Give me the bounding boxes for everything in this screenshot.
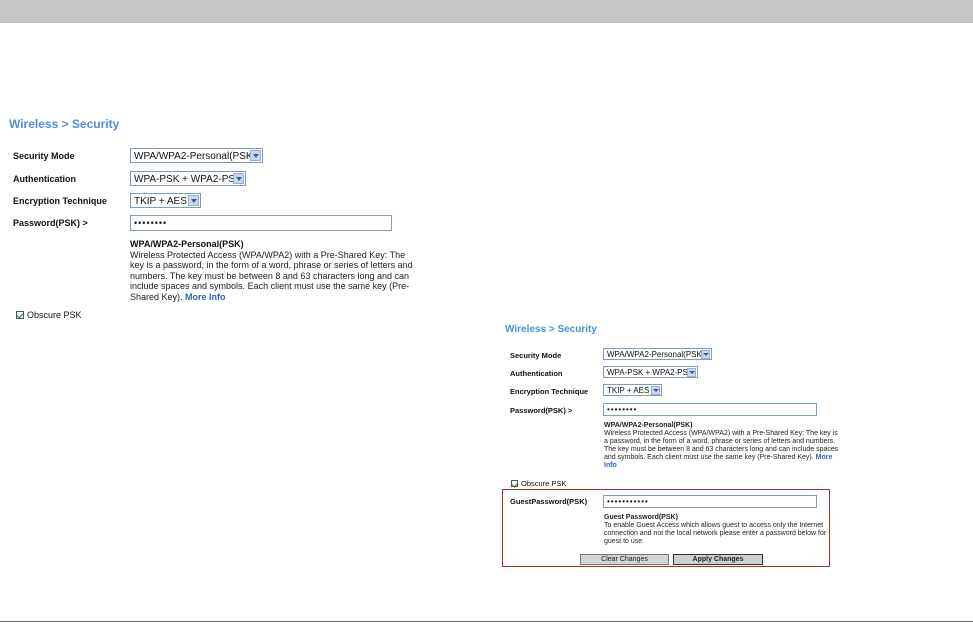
- authentication-label: Authentication: [510, 369, 563, 378]
- authentication-label: Authentication: [13, 174, 76, 184]
- obscure-psk-label: Obscure PSK: [27, 310, 82, 320]
- description-body: Wireless Protected Access (WPA/WPA2) wit…: [604, 430, 839, 462]
- guest-password-label: GuestPassword(PSK): [510, 497, 588, 506]
- description-title: WPA/WPA2-Personal(PSK): [130, 239, 244, 249]
- guest-password-input[interactable]: •••••••••••: [603, 495, 817, 508]
- authentication-value: WPA-PSK + WPA2-PSK: [607, 368, 694, 377]
- obscure-psk-checkbox[interactable]: [16, 311, 24, 319]
- encryption-label: Encryption Technique: [13, 196, 107, 206]
- breadcrumb: Wireless > Security: [9, 117, 120, 131]
- encryption-label: Encryption Technique: [510, 387, 589, 396]
- authentication-value: WPA-PSK + WPA2-PSK: [134, 174, 242, 185]
- security-description: WPA/WPA2-Personal(PSK) Wireless Protecte…: [130, 239, 420, 303]
- encryption-value: TKIP + AES: [607, 386, 650, 395]
- chevron-down-icon[interactable]: [701, 350, 710, 359]
- security-mode-label: Security Mode: [510, 351, 562, 360]
- authentication-select[interactable]: WPA-PSK + WPA2-PSK: [130, 171, 246, 186]
- encryption-select[interactable]: TKIP + AES: [130, 193, 201, 208]
- obscure-psk-checkbox[interactable]: [511, 480, 518, 487]
- obscure-psk-label: Obscure PSK: [521, 479, 567, 488]
- authentication-select[interactable]: WPA-PSK + WPA2-PSK: [603, 366, 698, 378]
- password-label: Password(PSK) >: [510, 406, 573, 415]
- bottom-divider: [0, 621, 973, 622]
- password-label: Password(PSK) >: [13, 218, 88, 228]
- chevron-down-icon[interactable]: [250, 150, 261, 161]
- encryption-select[interactable]: TKIP + AES: [603, 384, 662, 396]
- description-title: WPA/WPA2-Personal(PSK): [604, 422, 693, 429]
- security-mode-value: WPA/WPA2-Personal(PSK): [134, 151, 256, 162]
- top-bar: [0, 0, 973, 23]
- clear-changes-button[interactable]: Clear Changes: [580, 554, 669, 565]
- chevron-down-icon[interactable]: [233, 173, 244, 184]
- description-body: Wireless Protected Access (WPA/WPA2) wit…: [130, 249, 413, 302]
- more-info-link[interactable]: More Info: [185, 292, 226, 302]
- breadcrumb: Wireless > Security: [505, 324, 597, 335]
- apply-changes-button[interactable]: Apply Changes: [673, 554, 763, 565]
- guest-description: Guest Password(PSK) To enable Guest Acce…: [604, 514, 830, 546]
- password-input[interactable]: ••••••••: [603, 403, 817, 416]
- chevron-down-icon[interactable]: [651, 386, 660, 395]
- password-input[interactable]: ••••••••: [130, 215, 392, 231]
- security-mode-label: Security Mode: [13, 151, 75, 161]
- guest-description-body: To enable Guest Access which allows gues…: [604, 522, 827, 546]
- guest-description-title: Guest Password(PSK): [604, 514, 678, 521]
- security-mode-select[interactable]: WPA/WPA2-Personal(PSK): [603, 348, 712, 360]
- security-mode-value: WPA/WPA2-Personal(PSK): [607, 350, 705, 359]
- encryption-value: TKIP + AES: [134, 196, 187, 207]
- chevron-down-icon[interactable]: [188, 195, 199, 206]
- security-description: WPA/WPA2-Personal(PSK) Wireless Protecte…: [604, 422, 839, 471]
- chevron-down-icon[interactable]: [687, 368, 696, 377]
- security-mode-select[interactable]: WPA/WPA2-Personal(PSK): [130, 148, 263, 163]
